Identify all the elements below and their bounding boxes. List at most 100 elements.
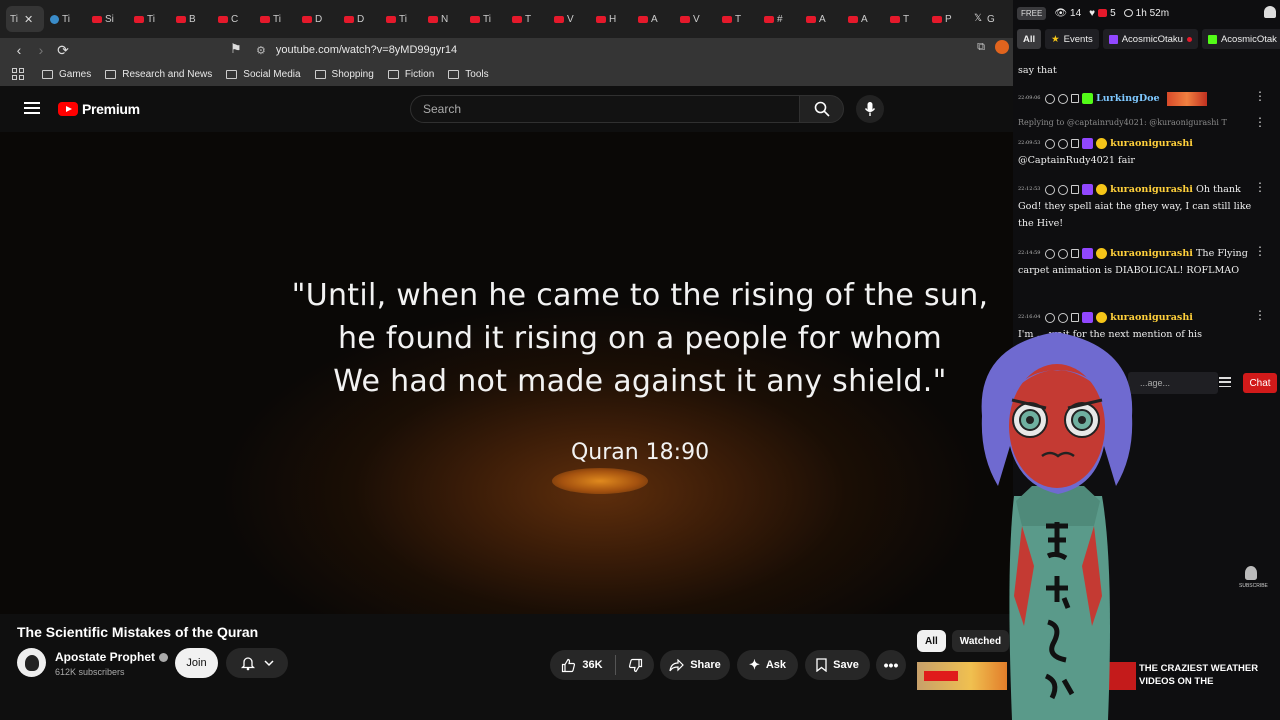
message-options-icon[interactable]: ⋮	[1254, 179, 1266, 196]
apps-grid-icon[interactable]	[12, 68, 24, 80]
browser-tab[interactable]: #	[760, 6, 800, 32]
quote-line: he found it rising on a people for whom	[337, 321, 943, 356]
browser-tab[interactable]: D	[340, 6, 380, 32]
thumbs-down-icon[interactable]	[628, 658, 643, 673]
browser-tab[interactable]: T	[886, 6, 926, 32]
browser-tab[interactable]: T	[718, 6, 758, 32]
browser-tab[interactable]: Ti ✕	[6, 6, 44, 32]
browser-tab[interactable]: Si	[88, 6, 128, 32]
youtube-favicon-icon	[638, 15, 648, 23]
browser-tab[interactable]: N	[424, 6, 464, 32]
save-button[interactable]: Save	[805, 650, 870, 680]
browser-tab[interactable]: Ti	[466, 6, 506, 32]
browser-tab[interactable]: Ti	[130, 6, 170, 32]
like-count[interactable]: 36K	[582, 659, 602, 671]
chat-placeholder: ...age...	[1140, 378, 1171, 388]
browser-tab[interactable]: A	[802, 6, 842, 32]
voice-search-button[interactable]	[856, 95, 884, 123]
message-options-icon[interactable]: ⋮	[1254, 243, 1266, 260]
timeout-icon[interactable]	[1045, 93, 1055, 104]
browser-tab[interactable]: A	[844, 6, 884, 32]
ban-icon[interactable]	[1058, 312, 1068, 323]
tab-twitch-channel[interactable]: AcosmicOtaku	[1102, 29, 1198, 49]
chat-message: 22:12:53 kuraonigurashi Oh thank God! th…	[1018, 181, 1254, 232]
site-info-icon[interactable]: ⚙	[256, 44, 266, 57]
join-button[interactable]: Join	[175, 648, 218, 678]
username[interactable]: kuraonigurashi	[1110, 312, 1193, 323]
browser-tab[interactable]: Ti	[382, 6, 422, 32]
message-options-icon[interactable]: ⋮	[1254, 114, 1266, 131]
browser-tab[interactable]: C	[214, 6, 254, 32]
ban-icon[interactable]	[1058, 138, 1068, 149]
chat-settings-icon[interactable]	[1219, 377, 1231, 387]
video-player[interactable]: "Until, when he came to the rising of th…	[0, 132, 1013, 614]
delete-icon[interactable]	[1071, 313, 1079, 322]
bookmark-folder-shopping[interactable]: Shopping	[314, 69, 374, 80]
folder-icon	[448, 69, 460, 79]
bookmark-folder-fiction[interactable]: Fiction	[387, 69, 434, 80]
thumbs-up-icon[interactable]	[561, 658, 576, 673]
more-actions-button[interactable]: •••	[876, 650, 906, 680]
search-button[interactable]	[799, 95, 844, 123]
reload-button[interactable]: ⟳	[52, 39, 74, 61]
timeout-icon[interactable]	[1045, 138, 1055, 149]
chip-all[interactable]: All	[917, 630, 946, 652]
search-icon	[814, 101, 830, 117]
subscribe-watermark[interactable]: SUBSCRIBE	[1239, 566, 1268, 589]
url-field[interactable]: ⚙ youtube.com/watch?v=8yMD99gyr14	[256, 40, 986, 60]
message-options-icon[interactable]: ⋮	[1254, 307, 1266, 324]
username[interactable]: kuraonigurashi	[1110, 138, 1193, 149]
recommended-video-title[interactable]: THE CRAZIEST WEATHER VIDEOS ON THE	[1139, 662, 1269, 688]
browser-tab[interactable]: B	[172, 6, 212, 32]
timeout-icon[interactable]	[1045, 248, 1055, 259]
browser-tab[interactable]: P	[928, 6, 968, 32]
delete-icon[interactable]	[1071, 139, 1079, 148]
ask-button[interactable]: ✦ Ask	[737, 650, 798, 680]
username[interactable]: kuraonigurashi	[1110, 184, 1193, 195]
extension-icon[interactable]	[995, 40, 1009, 54]
browser-tab[interactable]: Ti	[256, 6, 296, 32]
browser-tab[interactable]: H	[592, 6, 632, 32]
tab-close-icon[interactable]: ✕	[24, 13, 33, 26]
delete-icon[interactable]	[1071, 185, 1079, 194]
tab-kick-channel[interactable]: AcosmicOtak	[1201, 29, 1280, 49]
delete-icon[interactable]	[1071, 249, 1079, 258]
chat-message-input[interactable]: ...age...	[1128, 372, 1218, 394]
browser-tab[interactable]: V	[676, 6, 716, 32]
notification-button[interactable]	[226, 648, 288, 678]
browser-tab[interactable]: T	[508, 6, 548, 32]
bookmark-folder-social[interactable]: Social Media	[226, 69, 301, 80]
channel-avatar[interactable]	[17, 648, 46, 677]
ban-icon[interactable]	[1058, 93, 1068, 104]
bell-icon	[240, 657, 256, 671]
ban-icon[interactable]	[1058, 248, 1068, 259]
username[interactable]: kuraonigurashi	[1110, 248, 1193, 259]
browser-tab[interactable]: D	[298, 6, 338, 32]
browser-tab[interactable]: Ti	[46, 6, 86, 32]
back-button[interactable]: ‹	[8, 39, 30, 61]
open-in-app-icon[interactable]: ⧉	[977, 41, 985, 54]
ban-icon[interactable]	[1058, 184, 1068, 195]
timeout-icon[interactable]	[1045, 184, 1055, 195]
channel-name-link[interactable]: Apostate Prophet	[55, 650, 169, 664]
bookmark-folder-games[interactable]: Games	[42, 69, 91, 80]
bookmark-folder-research[interactable]: Research and News	[105, 69, 212, 80]
username[interactable]: LurkingDoe	[1096, 93, 1160, 104]
chat-send-button[interactable]: Chat	[1243, 373, 1277, 393]
users-icon[interactable]	[1264, 6, 1276, 18]
message-options-icon[interactable]: ⋮	[1254, 88, 1266, 105]
bookmark-folder-tools[interactable]: Tools	[448, 69, 489, 80]
tab-all[interactable]: All	[1017, 29, 1042, 49]
forward-button[interactable]: ›	[30, 39, 52, 61]
browser-tab[interactable]: A	[634, 6, 674, 32]
search-input[interactable]: Search	[410, 95, 800, 123]
menu-icon[interactable]	[24, 102, 40, 114]
tab-events[interactable]: ★ Events	[1045, 29, 1099, 49]
browser-tab[interactable]: V	[550, 6, 590, 32]
timeout-icon[interactable]	[1045, 312, 1055, 323]
browser-tab[interactable]: 𝕏G	[970, 6, 1010, 32]
share-button[interactable]: Share	[660, 650, 730, 680]
youtube-logo[interactable]: Premium	[58, 101, 140, 117]
bookmark-icon[interactable]: ⚑	[230, 41, 242, 57]
delete-icon[interactable]	[1071, 94, 1079, 103]
